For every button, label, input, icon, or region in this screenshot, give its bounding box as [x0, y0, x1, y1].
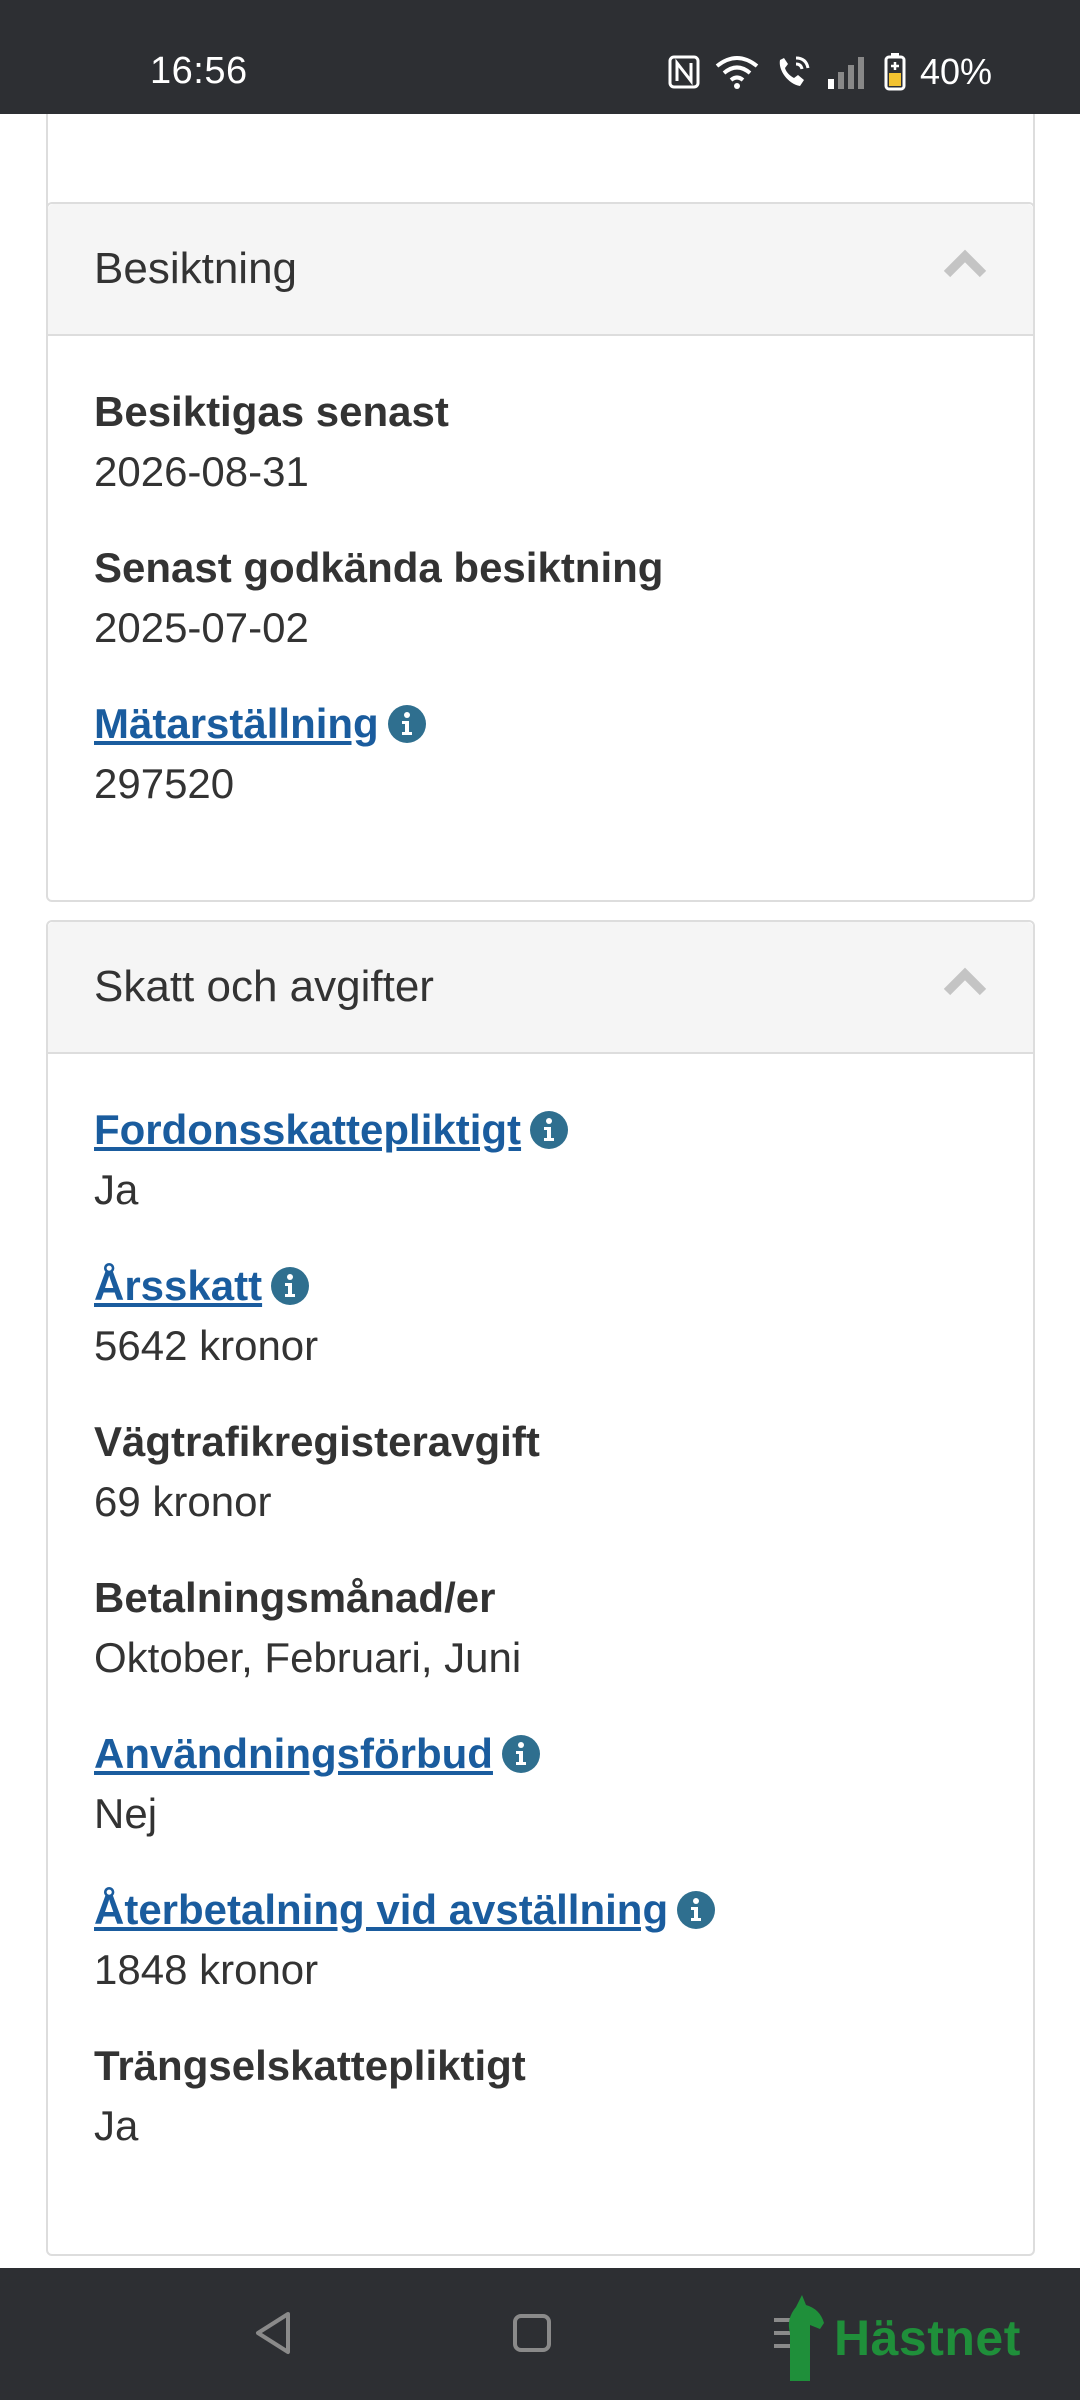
hastnet-logo-text: Hästnet: [834, 2310, 1021, 2366]
info-icon[interactable]: [529, 1110, 569, 1150]
vehicle-tax-liable-link[interactable]: Fordonsskattepliktigt: [94, 1104, 521, 1156]
back-icon[interactable]: [250, 2308, 294, 2358]
info-icon[interactable]: [270, 1266, 310, 1306]
field-value: 5642 kronor: [94, 1322, 319, 1369]
inspection-panel-title: Besiktning: [94, 244, 298, 293]
field-label: Trängselskattepliktigt: [94, 2042, 526, 2089]
field-congestion-tax-liable: Trängselskattepliktigt Ja: [94, 2040, 987, 2156]
field-value: 2025-07-02: [94, 604, 309, 651]
inspection-panel: Besiktning Besiktigas senast 2026-08-31 …: [46, 202, 1035, 902]
field-inspection-due: Besiktigas senast 2026-08-31: [94, 386, 987, 502]
wifi-icon: [714, 54, 760, 90]
tax-panel-body: Fordonsskattepliktigt Ja Årsskatt 5642 k…: [48, 1054, 1033, 2236]
nfc-icon: [668, 55, 700, 89]
chevron-up-icon[interactable]: [943, 248, 987, 278]
status-bar: 16:56 40%: [0, 0, 1080, 114]
field-label: Besiktigas senast: [94, 388, 449, 435]
wifi-calling-icon: [774, 54, 812, 90]
field-usage-ban: Användningsförbud Nej: [94, 1728, 987, 1844]
chevron-up-icon[interactable]: [943, 966, 987, 996]
odometer-link[interactable]: Mätarställning: [94, 698, 379, 750]
field-value: 69 kronor: [94, 1478, 272, 1525]
field-value: Ja: [94, 2102, 139, 2149]
field-payment-months: Betalningsmånad/er Oktober, Februari, Ju…: [94, 1572, 987, 1688]
field-value: 2026-08-31: [94, 448, 309, 495]
field-label: Vägtrafikregisteravgift: [94, 1418, 540, 1465]
field-value: 297520: [94, 760, 235, 807]
navigation-bar: Hästnet: [0, 2268, 1080, 2400]
field-value: 1848 kronor: [94, 1946, 319, 1993]
info-icon[interactable]: [387, 704, 427, 744]
info-icon[interactable]: [501, 1734, 541, 1774]
status-icons: 40%: [668, 46, 992, 98]
field-value: Nej: [94, 1790, 158, 1837]
tax-panel-title: Skatt och avgifter: [94, 962, 434, 1011]
field-refund-deregistration: Återbetalning vid avställning 1848 krono…: [94, 1884, 987, 2000]
field-label: Senast godkända besiktning: [94, 544, 664, 591]
field-last-approved-inspection: Senast godkända besiktning 2025-07-02: [94, 542, 987, 658]
signal-icon: [826, 55, 870, 89]
tax-panel-heading[interactable]: Skatt och avgifter: [48, 922, 1033, 1054]
tax-panel: Skatt och avgifter Fordonsskattepliktigt…: [46, 920, 1035, 2256]
hastnet-logo: Hästnet: [780, 2288, 1021, 2388]
battery-icon: [884, 53, 906, 91]
battery-percent: 40%: [919, 51, 992, 92]
annual-tax-link[interactable]: Årsskatt: [94, 1260, 262, 1312]
inspection-panel-body: Besiktigas senast 2026-08-31 Senast godk…: [48, 336, 1033, 894]
status-time: 16:56: [150, 50, 248, 92]
content-area[interactable]: Besiktning Besiktigas senast 2026-08-31 …: [0, 114, 1080, 2268]
inspection-panel-heading[interactable]: Besiktning: [48, 204, 1033, 336]
usage-ban-link[interactable]: Användningsförbud: [94, 1728, 493, 1780]
refund-deregistration-link[interactable]: Återbetalning vid avställning: [94, 1884, 668, 1936]
field-vehicle-tax-liable: Fordonsskattepliktigt Ja: [94, 1104, 987, 1220]
home-icon[interactable]: [510, 2308, 554, 2358]
field-odometer: Mätarställning 297520: [94, 698, 987, 814]
horse-head-icon: [788, 2295, 824, 2381]
field-label: Betalningsmånad/er: [94, 1574, 496, 1621]
info-icon[interactable]: [676, 1890, 716, 1930]
field-value: Oktober, Februari, Juni: [94, 1634, 522, 1681]
field-value: Ja: [94, 1166, 139, 1213]
field-road-traffic-fee: Vägtrafikregisteravgift 69 kronor: [94, 1416, 987, 1532]
field-annual-tax: Årsskatt 5642 kronor: [94, 1260, 987, 1376]
